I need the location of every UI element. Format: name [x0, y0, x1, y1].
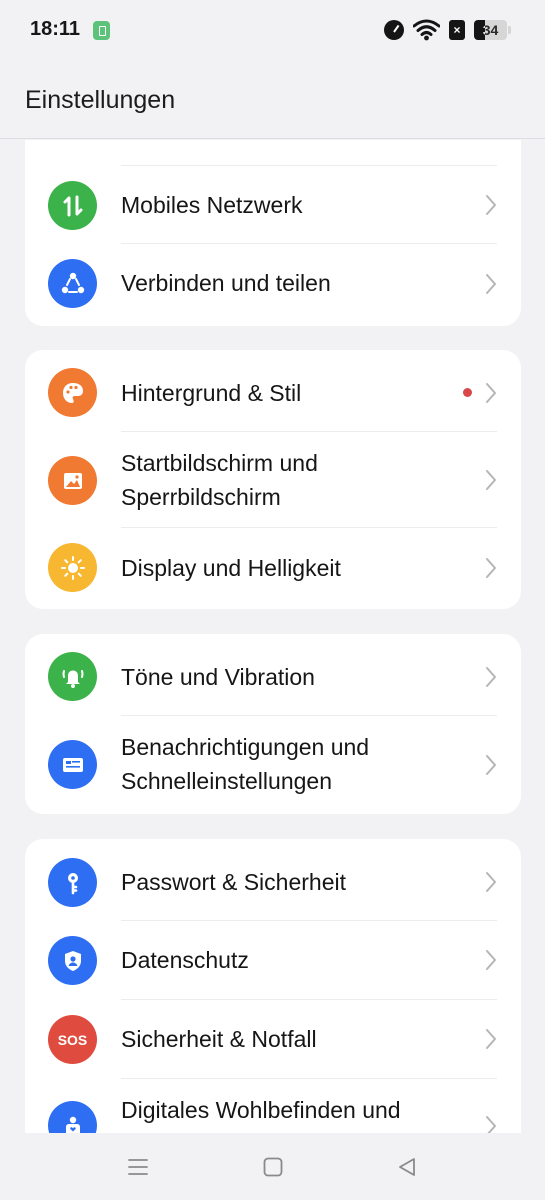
- chevron-right-icon: [486, 1029, 496, 1049]
- navigation-bar: [0, 1133, 545, 1200]
- settings-item-label: Digitales Wohlbefinden und: [121, 1097, 401, 1123]
- chevron-right-icon: [486, 950, 496, 970]
- settings-item-datenschutz[interactable]: Datenschutz: [25, 921, 521, 1000]
- settings-group-security: Passwort & Sicherheit Datenschutz SOS Si…: [25, 839, 521, 1133]
- notification-card-icon: [48, 740, 97, 789]
- settings-item-toene-vibration[interactable]: Töne und Vibration: [25, 634, 521, 716]
- settings-item-label: Töne und Vibration: [121, 664, 315, 690]
- image-icon: [48, 456, 97, 505]
- settings-item-label: Display und Helligkeit: [121, 555, 341, 581]
- settings-item-sicherheit-notfall[interactable]: SOS Sicherheit & Notfall: [25, 1000, 521, 1079]
- battery-icon: 34: [474, 20, 507, 40]
- person-heart-icon: [48, 1101, 97, 1133]
- settings-group-connectivity: Mobiles Netzwerk Verbinden und teilen: [25, 140, 521, 326]
- sos-icon: SOS: [48, 1015, 97, 1064]
- settings-item-display-helligkeit[interactable]: Display und Helligkeit: [25, 528, 521, 609]
- settings-item-passwort-sicherheit[interactable]: Passwort & Sicherheit: [25, 839, 521, 921]
- app-header: Einstellungen: [0, 60, 545, 139]
- sos-icon-text: SOS: [57, 1031, 88, 1048]
- settings-item-mobiles-netzwerk[interactable]: Mobiles Netzwerk: [25, 166, 521, 244]
- settings-list[interactable]: Mobiles Netzwerk Verbinden und teilen Hi…: [0, 140, 545, 1133]
- chevron-right-icon: [486, 470, 496, 490]
- settings-item-label: Benachrichtigungen und Schnelleinstellun…: [121, 734, 370, 794]
- chevron-right-icon: [486, 195, 496, 215]
- share-network-icon: [48, 259, 97, 308]
- chevron-right-icon: [486, 872, 496, 892]
- chevron-right-icon: [486, 274, 496, 294]
- key-icon: [48, 858, 97, 907]
- settings-item-hintergrund-stil[interactable]: Hintergrund & Stil: [25, 350, 521, 432]
- home-icon[interactable]: [261, 1155, 285, 1179]
- status-icons: × 34: [384, 18, 511, 42]
- page-title: Einstellungen: [25, 86, 176, 114]
- settings-item-startbildschirm[interactable]: Startbildschirm und Sperrbildschirm: [25, 432, 521, 528]
- sim-card-icon: [93, 21, 110, 40]
- no-sim-icon: ×: [449, 20, 465, 40]
- notification-dot: [463, 388, 472, 397]
- settings-item-digitales-wohlbefinden[interactable]: Digitales Wohlbefinden und: [25, 1079, 521, 1133]
- palette-icon: [48, 368, 97, 417]
- settings-item-label: Hintergrund & Stil: [121, 380, 302, 406]
- status-bar: 18:11 × 34: [0, 0, 545, 60]
- battery-level: 34: [482, 22, 499, 38]
- settings-item-label: Datenschutz: [121, 947, 249, 973]
- settings-item-label: Passwort & Sicherheit: [121, 869, 346, 895]
- settings-item-benachrichtigungen[interactable]: Benachrichtigungen und Schnelleinstellun…: [25, 716, 521, 814]
- chevron-right-icon: [486, 667, 496, 687]
- status-time: 18:11: [30, 18, 81, 40]
- menu-icon[interactable]: [126, 1155, 150, 1179]
- settings-item-previous[interactable]: [25, 140, 521, 166]
- sun-icon: [48, 543, 97, 592]
- settings-item-verbinden-und-teilen[interactable]: Verbinden und teilen: [25, 244, 521, 326]
- settings-group-appearance: Hintergrund & Stil Startbildschirm und S…: [25, 350, 521, 609]
- chevron-right-icon: [486, 755, 496, 775]
- chevron-right-icon: [486, 558, 496, 578]
- settings-item-label: Mobiles Netzwerk: [121, 192, 303, 218]
- shield-user-icon: [48, 936, 97, 985]
- chevron-right-icon: [486, 1116, 496, 1133]
- settings-item-label: Verbinden und teilen: [121, 270, 331, 296]
- chevron-right-icon: [486, 383, 496, 403]
- arrows-updown-icon: [48, 181, 97, 230]
- settings-group-sound-notifications: Töne und Vibration Benachrichtigungen un…: [25, 634, 521, 814]
- wifi-icon: [413, 19, 440, 41]
- settings-item-label: Sicherheit & Notfall: [121, 1026, 317, 1052]
- bell-icon: [48, 652, 97, 701]
- settings-item-label: Startbildschirm und Sperrbildschirm: [121, 450, 318, 510]
- back-icon[interactable]: [395, 1155, 419, 1179]
- speed-icon: [384, 20, 404, 40]
